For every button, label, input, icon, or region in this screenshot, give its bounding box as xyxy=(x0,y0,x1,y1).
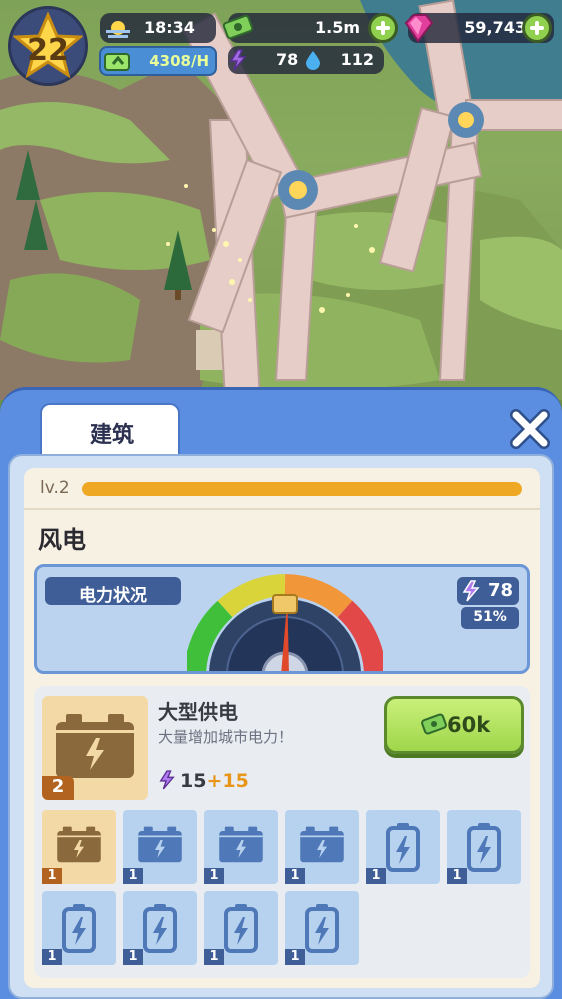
lightning-icon xyxy=(462,580,480,602)
add-cash-button[interactable] xyxy=(368,13,398,43)
slot-count: 1 xyxy=(447,868,467,884)
building-details: lv.2 风电 电力状况 78 51% 2 大型供电 大量增加城市电力！ 15+… xyxy=(24,468,540,988)
power-value: 78 xyxy=(487,580,513,601)
slot-count: 1 xyxy=(204,949,224,965)
upgrade-stat: 15+15 xyxy=(158,770,249,792)
slot-count: 1 xyxy=(366,868,386,884)
power-percent: 51% xyxy=(461,607,519,629)
close-icon[interactable] xyxy=(508,407,552,451)
generator-icon xyxy=(56,714,134,778)
slot-count: 1 xyxy=(123,949,143,965)
add-gems-button[interactable] xyxy=(522,13,552,43)
water-amount: 112 xyxy=(340,50,374,69)
slot-count: 1 xyxy=(42,949,62,965)
upgrade-description: 大量增加城市电力！ xyxy=(158,728,294,746)
income-display: 4308/H xyxy=(99,46,217,76)
upgrade-slot[interactable]: 1 xyxy=(285,891,359,965)
upgrade-slot[interactable]: 1 xyxy=(285,810,359,884)
income-cash-icon xyxy=(104,53,130,71)
water-drop-icon xyxy=(306,51,320,70)
slot-count: 1 xyxy=(285,949,305,965)
slot-count: 1 xyxy=(204,868,224,884)
upgrade-item-icon: 2 xyxy=(42,696,148,800)
upgrade-title: 大型供电 xyxy=(158,700,238,724)
upgrade-slot[interactable]: 1 xyxy=(204,810,278,884)
player-level-badge[interactable]: 22 xyxy=(8,6,88,86)
power-status-label: 电力状况 xyxy=(45,577,181,606)
energy-amount: 78 xyxy=(276,50,299,69)
gem-amount: 59,743 xyxy=(464,18,526,37)
upgrade-slot[interactable]: 1 xyxy=(123,810,197,884)
lightning-icon xyxy=(229,49,247,71)
level-progress-fill xyxy=(82,482,522,496)
divider xyxy=(24,508,540,510)
upgrade-slot[interactable]: 1 xyxy=(447,810,521,884)
upgrade-stat-base: 15 xyxy=(180,770,207,792)
power-gauge xyxy=(187,574,383,671)
building-card: lv.2 风电 电力状况 78 51% 2 大型供电 大量增加城市电力！ 15+… xyxy=(8,454,554,999)
tab-building-label: 建筑 xyxy=(89,423,134,448)
slot-count: 1 xyxy=(285,868,305,884)
cash-icon xyxy=(421,713,447,735)
time-display: 18:34 xyxy=(100,13,216,43)
cash-icon xyxy=(222,14,254,40)
cash-display: 1.5m xyxy=(222,13,388,43)
upgrade-section: 2 大型供电 大量增加城市电力！ 15+15 60k 1 1 1 1 1 1 1 1 1 1 xyxy=(34,686,530,978)
lightning-icon xyxy=(159,770,175,790)
building-level: lv.2 xyxy=(40,478,70,498)
upgrade-stat-bonus: +15 xyxy=(206,770,249,792)
upgrade-slot[interactable]: 1 xyxy=(366,810,440,884)
gem-icon xyxy=(404,14,434,43)
slot-count: 1 xyxy=(42,868,62,884)
income-rate: 4308/H xyxy=(149,52,209,70)
cash-amount: 1.5m xyxy=(314,18,360,37)
game-time: 18:34 xyxy=(144,18,195,37)
power-status: 电力状况 78 51% xyxy=(34,564,530,674)
upgrade-slot[interactable]: 1 xyxy=(42,810,116,884)
slot-count: 1 xyxy=(123,868,143,884)
building-panel: 建筑 lv.2 风电 电力状况 78 51% 2 大型供电 大量增加城市电力！ … xyxy=(0,387,562,999)
player-level: 22 xyxy=(27,33,69,68)
buy-upgrade-button[interactable]: 60k xyxy=(384,696,524,754)
upgrade-price: 60k xyxy=(447,713,491,737)
power-value-badge: 78 xyxy=(457,577,519,605)
upgrade-slot[interactable]: 1 xyxy=(204,891,278,965)
level-progress-bar xyxy=(82,482,522,496)
upgrade-slot[interactable]: 1 xyxy=(42,891,116,965)
building-name: 风电 xyxy=(38,526,86,554)
upgrade-slot[interactable]: 1 xyxy=(123,891,197,965)
upgrade-level: 2 xyxy=(42,776,74,800)
tab-building[interactable]: 建筑 xyxy=(40,403,180,455)
energy-water-display: 78 112 xyxy=(228,46,384,74)
weather-sunset-icon xyxy=(106,21,130,38)
